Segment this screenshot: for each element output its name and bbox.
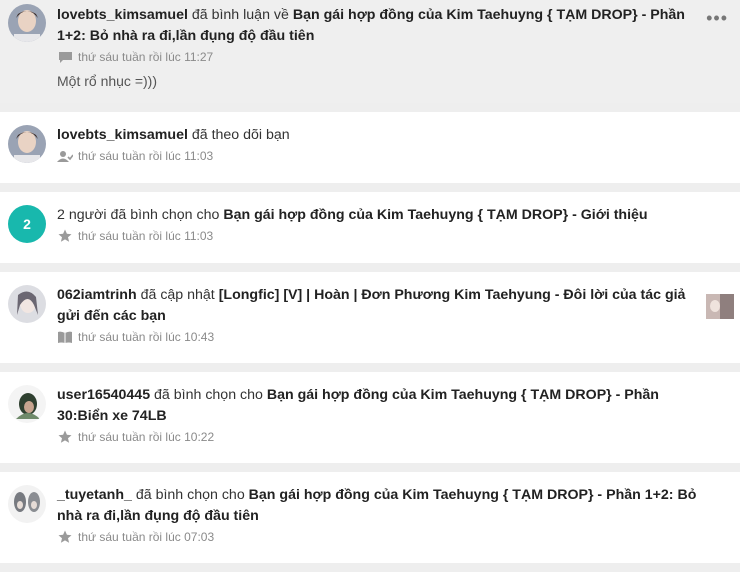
star-icon bbox=[57, 229, 73, 243]
notification-item[interactable]: user16540445 đã bình chọn cho Bạn gái hợ… bbox=[0, 372, 740, 463]
avatar[interactable] bbox=[8, 125, 46, 163]
notification-item[interactable]: _tuyetanh_ đã bình chọn cho Bạn gái hợp … bbox=[0, 472, 740, 563]
comment-icon bbox=[57, 50, 73, 64]
timestamp: thứ sáu tuần rồi lúc 10:22 bbox=[78, 430, 215, 444]
timestamp: thứ sáu tuần rồi lúc 10:43 bbox=[78, 330, 215, 344]
username-link[interactable]: user16540445 bbox=[57, 387, 150, 403]
more-options-button[interactable]: ••• bbox=[706, 9, 728, 27]
username-link[interactable]: _tuyetanh_ bbox=[57, 487, 132, 503]
notification-item[interactable] bbox=[0, 572, 740, 585]
timestamp: thứ sáu tuần rồi lúc 11:27 bbox=[78, 50, 214, 64]
story-link[interactable]: Bạn gái hợp đồng của Kim Taehuyng { TẠM … bbox=[223, 207, 647, 223]
notification-item[interactable]: lovebts_kimsamuel đã theo dõi bạn thứ sá… bbox=[0, 112, 740, 183]
timestamp: thứ sáu tuần rồi lúc 11:03 bbox=[78, 229, 214, 243]
notification-text: 062iamtrinh đã cập nhật [Longfic] [V] | … bbox=[57, 287, 686, 324]
notification-item[interactable]: 062iamtrinh đã cập nhật [Longfic] [V] | … bbox=[0, 272, 740, 363]
username-link[interactable]: lovebts_kimsamuel bbox=[57, 7, 188, 23]
notification-text: 2 người đã bình chọn cho Bạn gái hợp đồn… bbox=[57, 207, 648, 223]
username-link[interactable]: lovebts_kimsamuel bbox=[57, 127, 188, 143]
timestamp-row: thứ sáu tuần rồi lúc 11:03 bbox=[57, 228, 700, 244]
avatar[interactable] bbox=[8, 4, 46, 42]
notification-text: lovebts_kimsamuel đã theo dõi bạn bbox=[57, 127, 290, 143]
avatar[interactable] bbox=[8, 285, 46, 323]
book-icon bbox=[57, 330, 73, 344]
username-link[interactable]: 062iamtrinh bbox=[57, 287, 137, 303]
follow-icon bbox=[57, 149, 73, 163]
timestamp: thứ sáu tuần rồi lúc 11:03 bbox=[78, 149, 214, 163]
timestamp-row: thứ sáu tuần rồi lúc 07:03 bbox=[57, 529, 700, 545]
notification-text: user16540445 đã bình chọn cho Bạn gái hợ… bbox=[57, 387, 659, 424]
notification-text: lovebts_kimsamuel đã bình luận về Bạn gá… bbox=[57, 7, 685, 44]
avatar[interactable] bbox=[8, 385, 46, 423]
avatar[interactable] bbox=[8, 485, 46, 523]
timestamp-row: thứ sáu tuần rồi lúc 10:22 bbox=[57, 429, 700, 445]
star-icon bbox=[57, 430, 73, 444]
timestamp-row: thứ sáu tuần rồi lúc 11:27 bbox=[57, 49, 700, 65]
timestamp-row: thứ sáu tuần rồi lúc 11:03 bbox=[57, 148, 700, 164]
story-cover-thumbnail[interactable] bbox=[706, 294, 734, 319]
vote-count-badge: 2 bbox=[8, 205, 46, 243]
notification-item[interactable]: lovebts_kimsamuel đã bình luận về Bạn gá… bbox=[0, 0, 740, 103]
notification-text: _tuyetanh_ đã bình chọn cho Bạn gái hợp … bbox=[57, 487, 697, 524]
comment-text: Một rổ nhục =))) bbox=[57, 73, 157, 89]
notification-item[interactable]: 2 2 người đã bình chọn cho Bạn gái hợp đ… bbox=[0, 192, 740, 263]
timestamp-row: thứ sáu tuần rồi lúc 10:43 bbox=[57, 329, 700, 345]
star-icon bbox=[57, 530, 73, 544]
timestamp: thứ sáu tuần rồi lúc 07:03 bbox=[78, 530, 215, 544]
